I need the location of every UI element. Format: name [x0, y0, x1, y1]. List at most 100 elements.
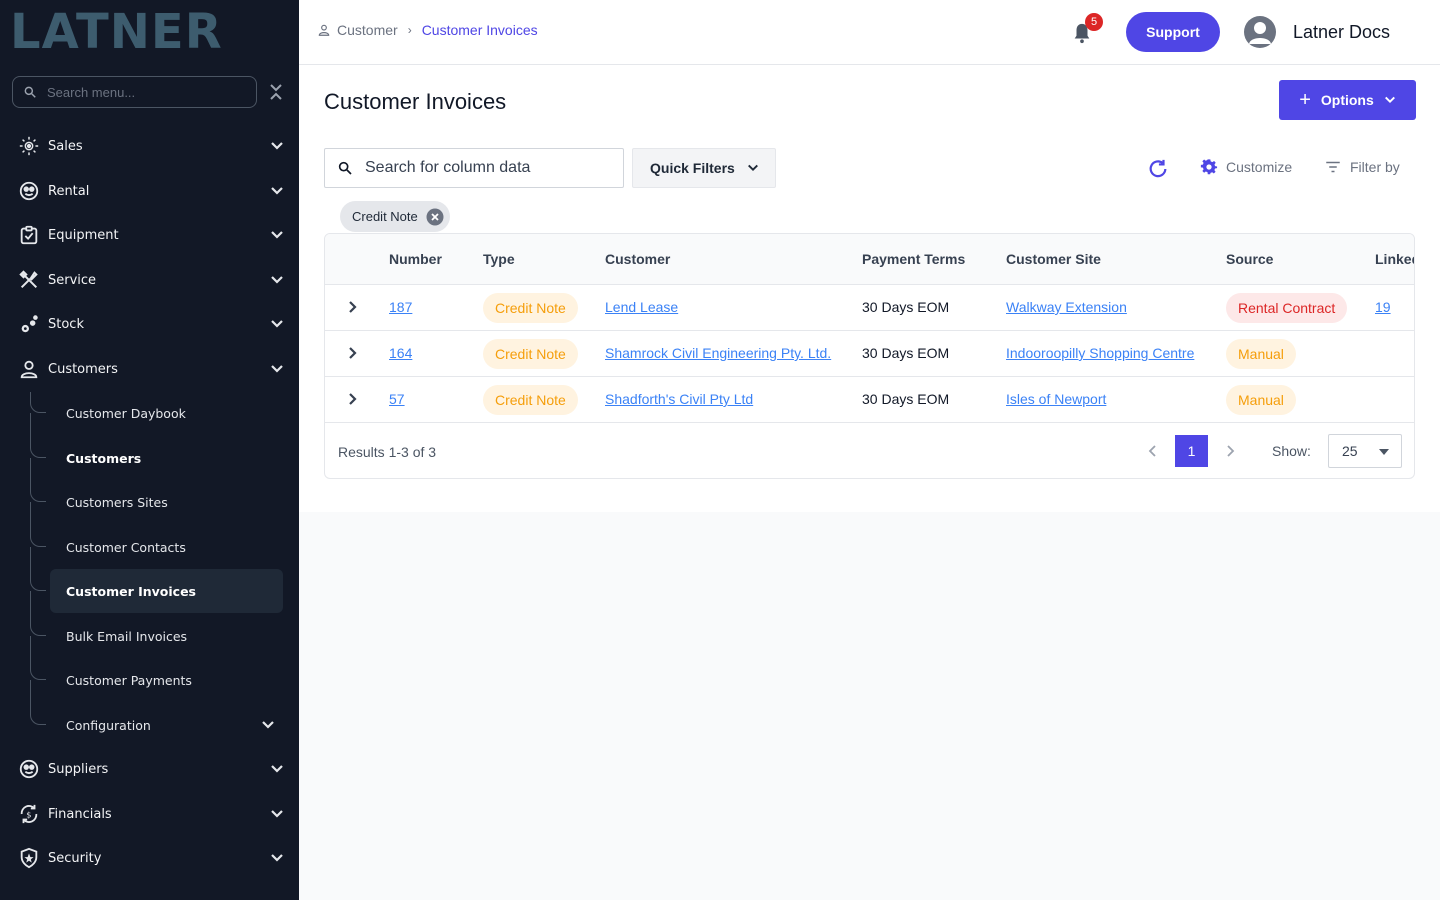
avatar[interactable]	[1244, 16, 1276, 48]
column-header-payment-terms[interactable]: Payment Terms	[862, 251, 965, 267]
sidebar-item-label: Financials	[48, 806, 112, 822]
results-count: Results 1-3 of 3	[338, 444, 437, 460]
refresh-icon[interactable]	[1147, 158, 1169, 180]
invoice-number-link[interactable]: 57	[389, 391, 405, 407]
sidebar-item-label: Customers	[48, 361, 118, 377]
customer-link[interactable]: Shadforth's Civil Pty Ltd	[605, 391, 753, 407]
payment-terms-cell: 30 Days EOM	[862, 345, 950, 361]
column-header-customer-site[interactable]: Customer Site	[1006, 251, 1101, 267]
caret-down-icon	[1379, 449, 1389, 455]
sidebar-subitem-bulk-email-invoices[interactable]: Bulk Email Invoices	[50, 614, 283, 658]
sidebar-item-equipment[interactable]: Equipment	[18, 217, 286, 253]
gear-icon	[1200, 159, 1218, 175]
page-number-button[interactable]: 1	[1175, 435, 1208, 467]
source-badge: Manual	[1226, 339, 1296, 369]
sales-icon	[18, 135, 40, 157]
collapse-sidebar-icon[interactable]	[268, 82, 284, 102]
table-row[interactable]: 57 Credit Note Shadforth's Civil Pty Ltd…	[325, 376, 1414, 422]
subitem-label: Customers	[66, 450, 142, 466]
sidebar-item-sales[interactable]: Sales	[18, 128, 286, 164]
customer-site-link[interactable]: Indooroopilly Shopping Centre	[1006, 345, 1194, 361]
filter-by-button[interactable]: Filter by	[1324, 158, 1400, 176]
column-header-type[interactable]: Type	[483, 251, 515, 267]
close-icon[interactable]	[426, 208, 444, 226]
breadcrumb-separator-icon: ›	[407, 23, 412, 37]
sidebar-subitem-customers-sites[interactable]: Customers Sites	[50, 480, 283, 524]
column-header-linked[interactable]: Linked	[1375, 251, 1414, 267]
source-badge: Rental Contract	[1226, 293, 1348, 323]
sidebar-item-financials[interactable]: $ Financials	[18, 796, 286, 832]
sidebar-subitem-customer-invoices[interactable]: Customer Invoices	[50, 569, 283, 613]
customer-site-link[interactable]: Walkway Extension	[1006, 299, 1127, 315]
subitem-label: Customers Sites	[66, 494, 168, 510]
customer-site-link[interactable]: Isles of Newport	[1006, 391, 1106, 407]
chevron-right-icon[interactable]	[1222, 443, 1238, 459]
main-content: Customer Invoices + Options Quick Filter…	[299, 65, 1440, 512]
type-badge: Credit Note	[483, 385, 578, 415]
search-icon	[24, 86, 36, 98]
invoice-number-link[interactable]: 187	[389, 299, 412, 315]
page-size-select[interactable]: 25	[1328, 434, 1402, 468]
tree-connector	[30, 636, 46, 680]
filter-icon	[1326, 161, 1340, 173]
customize-button[interactable]: Customize	[1200, 158, 1292, 176]
breadcrumb: Customer › Customer Invoices	[317, 22, 538, 38]
sidebar-item-suppliers[interactable]: Suppliers	[18, 751, 286, 787]
quick-filters-button[interactable]: Quick Filters	[632, 148, 776, 188]
options-label: Options	[1320, 92, 1374, 108]
suppliers-icon	[18, 758, 40, 780]
chip-label: Credit Note	[352, 209, 418, 224]
chevron-left-icon[interactable]	[1145, 443, 1161, 459]
subitem-label: Customer Payments	[66, 672, 192, 688]
column-search-input[interactable]	[365, 159, 615, 177]
column-header-number[interactable]: Number	[389, 251, 442, 267]
options-button[interactable]: + Options	[1279, 80, 1416, 120]
chevron-right-icon[interactable]	[345, 391, 361, 407]
sidebar-item-customers[interactable]: Customers	[18, 351, 286, 387]
column-header-customer[interactable]: Customer	[605, 251, 670, 267]
sidebar-item-label: Equipment	[48, 227, 119, 243]
invoice-number-link[interactable]: 164	[389, 345, 412, 361]
subitem-label: Bulk Email Invoices	[66, 628, 188, 644]
table-row[interactable]: 187 Credit Note Lend Lease 30 Days EOM W…	[325, 284, 1414, 330]
subitem-label: Configuration	[66, 717, 151, 733]
sidebar-subitem-customer-contacts[interactable]: Customer Contacts	[50, 525, 283, 569]
table-row[interactable]: 164 Credit Note Shamrock Civil Engineeri…	[325, 330, 1414, 376]
user-name[interactable]: Latner Docs	[1293, 22, 1390, 43]
person-icon	[18, 358, 40, 380]
sidebar-subitem-configuration[interactable]: Configuration	[50, 703, 283, 747]
breadcrumb-item-current[interactable]: Customer Invoices	[422, 22, 538, 38]
chevron-right-icon[interactable]	[345, 345, 361, 361]
chevron-right-icon[interactable]	[345, 299, 361, 315]
chevron-down-icon	[271, 765, 283, 773]
chevron-down-icon	[747, 164, 758, 172]
logo-text: LATNER	[10, 4, 223, 60]
support-button[interactable]: Support	[1126, 12, 1220, 52]
linked-link[interactable]: 19	[1375, 299, 1391, 315]
sidebar-subitem-customer-payments[interactable]: Customer Payments	[50, 658, 283, 702]
sidebar-subitem-customers[interactable]: Customers	[50, 436, 283, 480]
breadcrumb-item-customer[interactable]: Customer	[337, 22, 398, 38]
customize-label: Customize	[1226, 159, 1293, 175]
sidebar-subitem-customer-daybook[interactable]: Customer Daybook	[50, 391, 283, 435]
menu-search-input[interactable]	[47, 84, 247, 100]
sidebar-item-service[interactable]: Service	[18, 262, 286, 298]
sidebar-item-security[interactable]: Security	[18, 840, 286, 876]
service-icon	[18, 269, 40, 291]
column-search-box[interactable]	[324, 148, 624, 188]
sidebar: LATNER Sales Rental Equipment Service St…	[0, 0, 299, 900]
menu-search-box[interactable]	[12, 76, 257, 108]
sidebar-item-label: Service	[48, 272, 97, 288]
tree-connector	[30, 680, 46, 725]
sidebar-item-rental[interactable]: Rental	[18, 173, 286, 209]
table-header-row: Number Type Customer Payment Terms Custo…	[325, 234, 1414, 284]
plus-icon: +	[1299, 89, 1311, 111]
chevron-down-icon	[271, 810, 283, 818]
top-header: Customer › Customer Invoices 5 Support L…	[299, 0, 1440, 65]
column-header-source[interactable]: Source	[1226, 251, 1273, 267]
sidebar-item-stock[interactable]: Stock	[18, 306, 286, 342]
app-logo[interactable]: LATNER	[10, 4, 282, 60]
customer-link[interactable]: Lend Lease	[605, 299, 678, 315]
customer-link[interactable]: Shamrock Civil Engineering Pty. Ltd.	[605, 345, 831, 361]
svg-text:$: $	[26, 810, 31, 820]
